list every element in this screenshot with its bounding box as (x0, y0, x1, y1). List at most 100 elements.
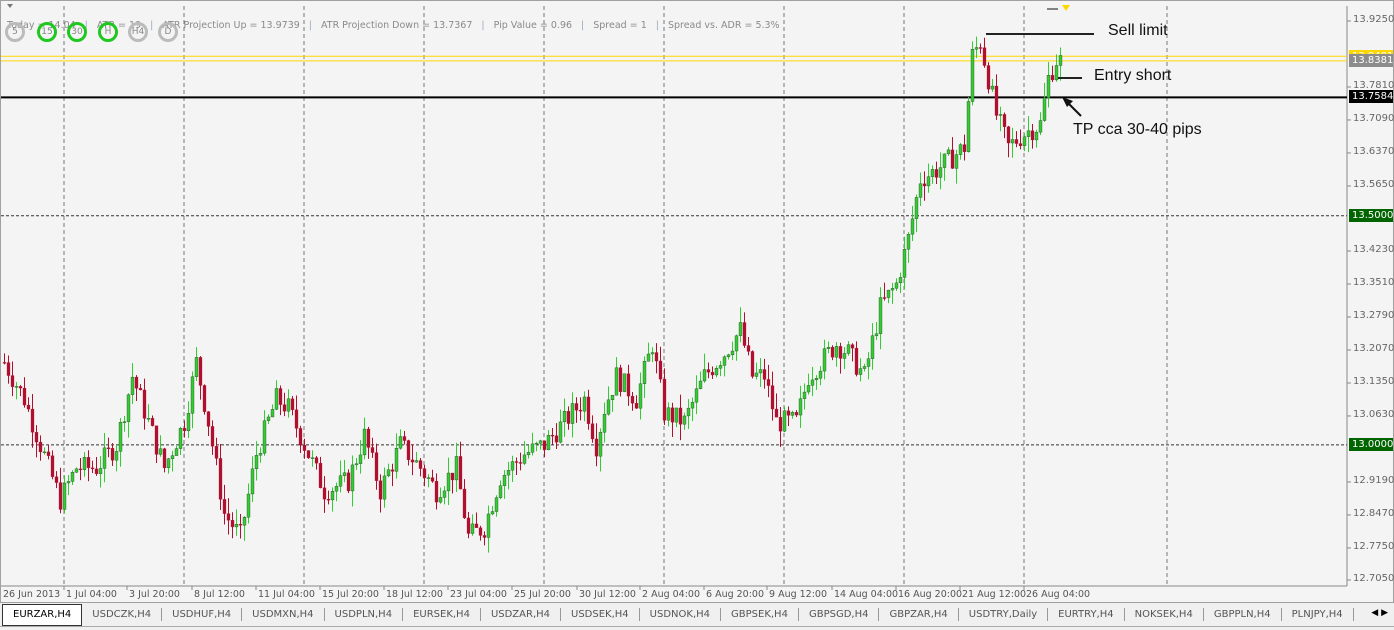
bull-candle (730, 350, 735, 356)
bear-candle (458, 456, 463, 490)
bull-candle (250, 468, 255, 495)
bear-candle (550, 434, 555, 437)
bull-candle (598, 432, 603, 457)
bear-candle (142, 389, 147, 419)
bull-candle (694, 388, 699, 403)
tab-usdmxn-h4[interactable]: USDMXN,H4 (242, 608, 325, 621)
bear-candle (514, 461, 519, 463)
bull-candle (386, 469, 391, 477)
bull-candle (682, 415, 687, 425)
timeframe-0-button[interactable]: 5 (5, 22, 25, 42)
bull-candle (966, 101, 971, 152)
bull-candle (738, 322, 743, 336)
bull-candle (846, 344, 851, 354)
timeframe-1-button[interactable]: 15 (37, 22, 57, 42)
bear-candle (138, 388, 143, 391)
bull-candle (610, 395, 615, 401)
bear-candle (282, 404, 287, 412)
bull-candle (726, 354, 731, 358)
bear-candle (774, 408, 779, 418)
bull-candle (1038, 120, 1043, 133)
bull-candle (258, 453, 263, 456)
separator: | (308, 20, 312, 31)
bull-candle (866, 358, 871, 367)
bear-candle (18, 386, 23, 389)
info-collapse-icon (7, 4, 13, 8)
bull-candle (454, 456, 459, 481)
pip-value: Pip Value = 0.96 (493, 20, 573, 31)
tab-usdpln-h4[interactable]: USDPLN,H4 (325, 608, 404, 621)
bull-candle (362, 428, 367, 456)
tab-usdzar-h4[interactable]: USDZAR,H4 (481, 608, 562, 621)
chart-tabs: EURZAR,H4 USDCZK,H4 USDHUF,H4 USDMXN,H4 USDP… (0, 603, 1394, 627)
bear-candle (658, 360, 663, 380)
timeframe-4-button[interactable]: H4 (128, 22, 148, 42)
bull-candle (234, 524, 239, 528)
tab-plnjpy-h4[interactable]: PLNJPY,H4 (1282, 608, 1354, 621)
bull-candle (186, 413, 191, 432)
bull-candle (1046, 75, 1051, 99)
bear-candle (318, 463, 323, 488)
bull-candle (806, 385, 811, 393)
bear-candle (634, 403, 639, 409)
bear-candle (198, 357, 203, 386)
spread: Spread = 1 (593, 20, 647, 31)
timeframe-5-button[interactable]: D (158, 22, 178, 42)
tab-usdtry-daily[interactable]: USDTRY,Daily (959, 608, 1049, 621)
tab-gbppln-h4[interactable]: GBPPLN,H4 (1204, 608, 1282, 621)
bear-candle (210, 426, 215, 447)
bull-candle (674, 407, 679, 423)
tab-gbpsgd-h4[interactable]: GBPSGD,H4 (799, 608, 880, 621)
bull-candle (582, 396, 587, 412)
bull-candle (614, 367, 619, 396)
bull-candle (686, 407, 691, 417)
bear-candle (2, 362, 7, 364)
bull-candle (438, 497, 443, 503)
bear-candle (1014, 139, 1019, 144)
bear-candle (222, 499, 227, 514)
tab-noksek-h4[interactable]: NOKSEK,H4 (1125, 608, 1204, 621)
tab-scroll-arrows-icon[interactable]: ◀ ▶ (1371, 608, 1388, 618)
bear-candle (750, 351, 755, 377)
bull-candle (954, 154, 959, 169)
time-tick: 26 Jun 2013 (3, 589, 61, 600)
bull-candle (170, 455, 175, 459)
tab-gbpzar-h4[interactable]: GBPZAR,H4 (879, 608, 959, 621)
bear-candle (762, 369, 767, 380)
bear-candle (38, 441, 43, 453)
tab-eurtry-h4[interactable]: EURTRY,H4 (1048, 608, 1125, 621)
bull-candle (1026, 130, 1031, 137)
timeframe-2-button[interactable]: 30 (67, 22, 87, 42)
bull-candle (118, 422, 123, 452)
bear-candle (474, 523, 479, 528)
tab-usdhuf-h4[interactable]: USDHUF,H4 (162, 608, 243, 621)
tab-usdczk-h4[interactable]: USDCZK,H4 (82, 608, 163, 621)
tab-usdsek-h4[interactable]: USDSEK,H4 (561, 608, 640, 621)
bull-candle (758, 369, 763, 374)
bear-candle (1002, 114, 1007, 127)
bid-price-label: 13.8381 (1349, 54, 1393, 67)
tab-usdnok-h4[interactable]: USDNOK,H4 (640, 608, 722, 621)
tab-eursek-h4[interactable]: EURSEK,H4 (403, 608, 481, 621)
bull-candle (502, 474, 507, 486)
bear-candle (346, 472, 351, 492)
tab-gbpsek-h4[interactable]: GBPSEK,H4 (721, 608, 799, 621)
bull-candle (194, 357, 199, 377)
bull-candle (1022, 136, 1027, 146)
bull-candle (862, 366, 867, 369)
bear-candle (770, 385, 775, 410)
bear-candle (374, 452, 379, 481)
price-chart[interactable]: Today = 14.04 | ATR = 19 | ATR Projection … (0, 0, 1394, 603)
bear-candle (742, 322, 747, 346)
bull-candle (926, 176, 931, 187)
bull-candle (690, 402, 695, 409)
bear-candle (54, 476, 59, 483)
tab-list: EURZAR,H4 USDCZK,H4 USDHUF,H4 USDMXN,H4 USDP… (0, 603, 1354, 626)
tab-eurzar-h4[interactable]: EURZAR,H4 (2, 603, 83, 626)
bull-candle (562, 411, 567, 423)
bull-candle (130, 376, 135, 395)
level-13-5-label: 13.5000 (1349, 209, 1393, 222)
bear-candle (710, 372, 715, 376)
bull-candle (262, 420, 267, 454)
timeframe-3-button[interactable]: H (98, 22, 118, 42)
